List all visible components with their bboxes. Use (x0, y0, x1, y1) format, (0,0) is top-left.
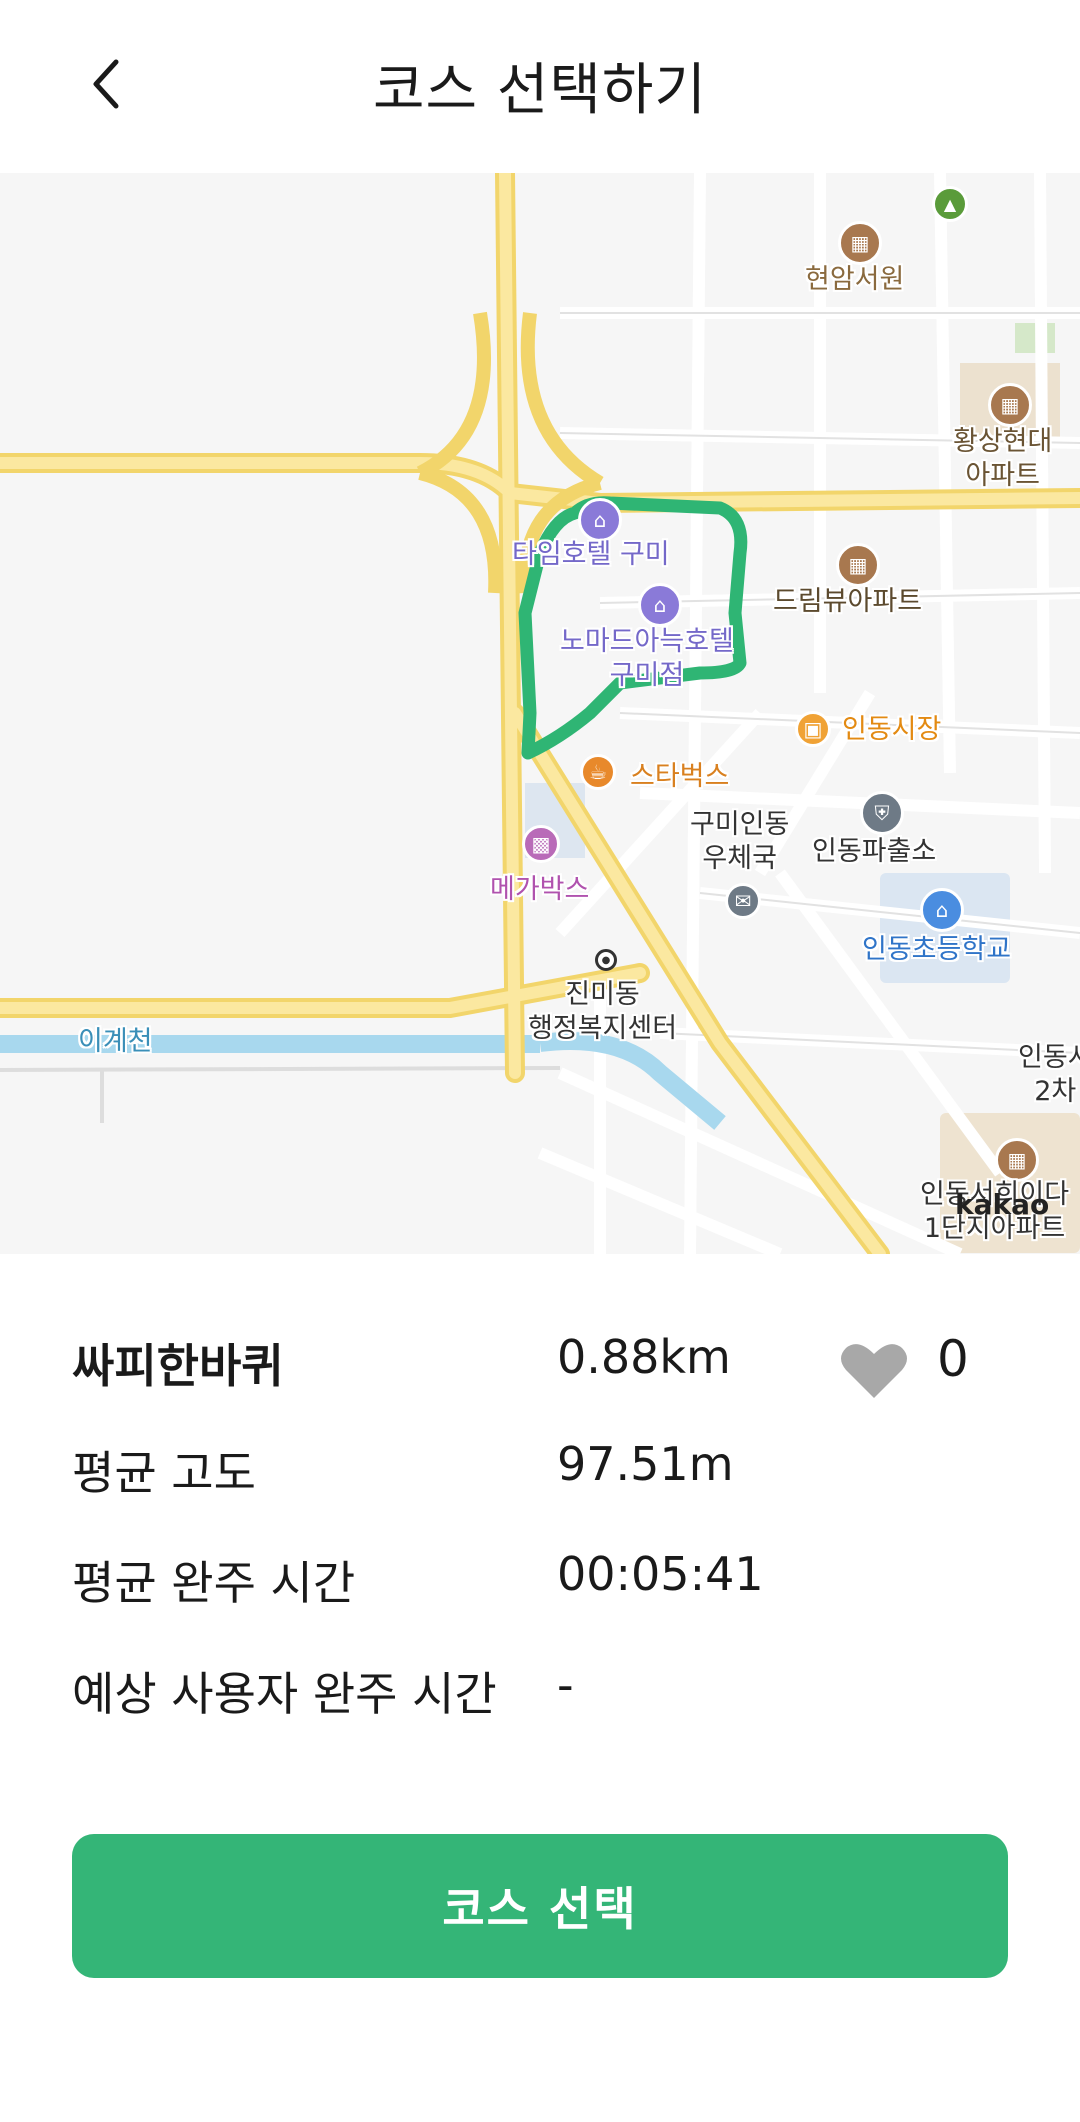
building-icon: ▦ (838, 221, 882, 265)
map-watermark: kakao (955, 1188, 1050, 1221)
course-summary-row: 싸피한바퀴 0.88km 0 (72, 1330, 1032, 1400)
poi-stream[interactable]: 이계천 (78, 1025, 153, 1059)
poi-dreamview[interactable]: 드림뷰아파트 (773, 585, 922, 619)
heart-icon (841, 1344, 907, 1398)
hotel-icon: ⌂ (638, 583, 682, 627)
poi-school[interactable]: 인동초등학교 (862, 933, 1011, 967)
cinema-icon: ▩ (522, 825, 560, 863)
avg-time-value: 00:05:41 (557, 1547, 764, 1601)
hotel-icon: ⌂ (578, 498, 622, 542)
shopping-bag-icon: ▣ (795, 711, 831, 747)
course-name: 싸피한바퀴 (72, 1339, 284, 1393)
expected-time-value: - (557, 1658, 574, 1712)
police-icon: ⛨ (860, 791, 904, 835)
page-title: 코스 선택하기 (373, 58, 707, 123)
like-button[interactable] (840, 1340, 908, 1400)
compass-marker-icon: ▲ (932, 186, 968, 222)
altitude-value: 97.51m (557, 1437, 734, 1491)
app-header: 코스 선택하기 (0, 0, 1080, 173)
avg-time-label: 평균 완주 시간 (72, 1556, 356, 1610)
poi-hyunam[interactable]: 현암서원 (805, 263, 904, 297)
expected-time-label: 예상 사용자 완주 시간 (72, 1667, 497, 1721)
poi-starbucks[interactable]: 스타벅스 (630, 760, 729, 794)
expected-time-row: 예상 사용자 완주 시간 - (72, 1658, 1032, 1728)
apartment-icon: ▦ (988, 383, 1032, 427)
government-office-icon: ● (595, 949, 617, 971)
apartment-icon: ▦ (995, 1138, 1039, 1182)
poi-market[interactable]: 인동시장 (842, 713, 941, 747)
poi-jinmi[interactable]: 진미동 행정복지센터 (528, 978, 677, 1046)
school-icon: ⌂ (920, 888, 964, 932)
like-count: 0 (937, 1330, 969, 1388)
poi-indong-edge[interactable]: 인동시 2차 (1018, 1041, 1080, 1109)
select-course-button[interactable]: 코스 선택 (72, 1834, 1008, 1978)
course-distance: 0.88km (557, 1330, 731, 1384)
poi-megabox[interactable]: 메가박스 (490, 873, 589, 907)
course-map[interactable]: ▲ ▦ 현암서원 ▦ 황상현대 아파트 ⌂ 타임호텔 구미 ▦ 드림뷰아파트 ⌂… (0, 173, 1080, 1254)
apartment-icon: ▦ (836, 543, 880, 587)
altitude-row: 평균 고도 97.51m (72, 1437, 1032, 1507)
poi-timehotel[interactable]: 타임호텔 구미 (512, 538, 670, 572)
altitude-label: 평균 고도 (72, 1446, 256, 1500)
poi-hwangsang[interactable]: 황상현대 아파트 (953, 425, 1052, 493)
coffee-icon: ☕ (580, 754, 616, 790)
avg-time-row: 평균 완주 시간 00:05:41 (72, 1547, 1032, 1617)
poi-police[interactable]: 인동파출소 (812, 835, 936, 869)
post-office-icon: ✉ (725, 883, 761, 919)
poi-nomad[interactable]: 노마드아늑호텔 구미점 (560, 625, 734, 693)
poi-postoffice[interactable]: 구미인동 우체국 (690, 808, 789, 876)
